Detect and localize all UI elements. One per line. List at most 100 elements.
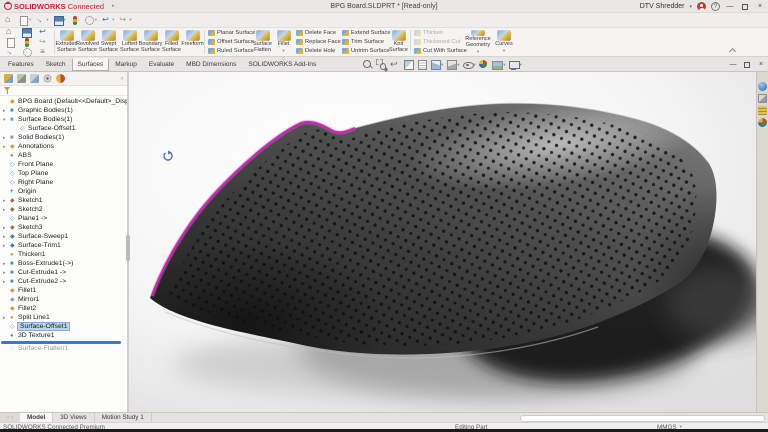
expander-icon[interactable]: ▸ xyxy=(3,234,10,240)
command-tab[interactable]: Evaluate xyxy=(143,58,180,72)
expander-icon[interactable]: ▸ xyxy=(3,144,10,150)
ribbon-big-button[interactable]: Revolved Surface xyxy=(77,29,98,55)
panel-tabs-overflow-icon[interactable]: › xyxy=(121,76,123,82)
quick-access-button[interactable] xyxy=(53,14,67,26)
ribbon-small-button[interactable]: Ruled Surface xyxy=(206,47,252,55)
feature-tree-item[interactable]: Mirror1 xyxy=(0,295,127,304)
user-avatar[interactable] xyxy=(697,2,706,11)
document-close-button[interactable]: × xyxy=(756,59,766,70)
expander-icon[interactable]: ▸ xyxy=(3,198,10,204)
expander-icon[interactable]: ▸ xyxy=(3,135,10,141)
command-tab[interactable]: SOLIDWORKS Add-Ins xyxy=(242,58,322,72)
restore-button[interactable] xyxy=(740,1,750,12)
task-pane-tab-icon[interactable] xyxy=(758,118,767,127)
ribbon-small-button[interactable]: Cut With Surface xyxy=(412,47,464,55)
reference-geometry-button[interactable]: Reference Geometry xyxy=(464,29,492,55)
ribbon-small-button[interactable]: Replace Face xyxy=(294,38,340,46)
command-tab[interactable]: Features xyxy=(2,58,40,72)
feature-tree-item[interactable]: Surface-Offset1 xyxy=(0,322,127,331)
feature-tree-item[interactable]: ▸ Graphic Bodies(1) xyxy=(0,106,127,115)
feature-tree-item[interactable]: Plane1 -> xyxy=(0,214,127,223)
ribbon-big-button[interactable]: Lofted Surface xyxy=(119,29,140,55)
quick-access-button[interactable] xyxy=(4,14,15,26)
panel-tab-icon[interactable] xyxy=(17,74,26,83)
ribbon-small-button[interactable]: Delete Hole xyxy=(294,47,340,55)
document-restore-button[interactable] xyxy=(742,59,752,70)
view-tool-button[interactable] xyxy=(362,59,373,70)
feature-tree-item[interactable]: Surface-Flatten1 xyxy=(0,344,127,353)
graphics-viewport[interactable] xyxy=(128,72,756,412)
feature-tree-item[interactable]: ▸ Surface-Sweep1 xyxy=(0,232,127,241)
close-button[interactable]: × xyxy=(755,1,765,12)
task-pane-tab-icon[interactable] xyxy=(758,94,767,103)
ribbon-big-button[interactable]: Freeform xyxy=(182,29,203,55)
feature-tree-item[interactable]: ▸ Split Line1 xyxy=(0,313,127,322)
ribbon-small-button[interactable]: Trim Surface xyxy=(340,38,388,46)
feature-tree-item[interactable]: Fillet2 xyxy=(0,304,127,313)
ribbon-small-button[interactable]: Extend Surface xyxy=(340,29,388,37)
feature-tree-item[interactable]: Top Plane xyxy=(0,169,127,178)
minimize-button[interactable]: — xyxy=(725,1,735,12)
expander-icon[interactable]: ▸ xyxy=(3,207,10,213)
ribbon-small-button[interactable]: Delete Face xyxy=(294,29,340,37)
task-pane-tab-icon[interactable] xyxy=(758,82,767,91)
command-tab[interactable]: MBD Dimensions xyxy=(180,58,242,72)
feature-tree-item[interactable]: Front Plane xyxy=(0,160,127,169)
curves-button[interactable]: Curves xyxy=(492,29,516,55)
expander-icon[interactable]: ▸ xyxy=(3,243,10,249)
ribbon-big-button[interactable]: Swept Surface xyxy=(98,29,119,55)
quick-access-button[interactable] xyxy=(18,14,32,26)
command-tab[interactable]: Sketch xyxy=(40,58,72,72)
quick-access-grid-button[interactable] xyxy=(6,28,15,37)
tree-root-item[interactable]: BPG Board (Default<<Default>_Displ xyxy=(0,97,127,106)
view-tool-button[interactable] xyxy=(446,59,460,70)
account-caret-icon[interactable]: ▾ xyxy=(689,4,692,10)
feature-tree-item[interactable]: ▾ Surface Bodies(1) xyxy=(0,115,127,124)
feature-tree-item[interactable]: ▸ Boss-Extrude1(->) xyxy=(0,259,127,268)
surface-flatten-button[interactable]: Surface Flatten xyxy=(252,29,273,55)
feature-tree-item[interactable]: ▸ Annotations xyxy=(0,142,127,151)
command-tab[interactable]: Markup xyxy=(109,58,143,72)
ribbon-small-button[interactable]: Untrim Surface xyxy=(340,47,388,55)
feature-tree-item[interactable]: ▸ Surface-Trim1 xyxy=(0,241,127,250)
feature-tree-item[interactable]: ABS xyxy=(0,151,127,160)
feature-tree-item[interactable]: Surface-Offset1 xyxy=(0,124,127,133)
feature-tree-item[interactable]: Origin xyxy=(0,187,127,196)
app-menu[interactable]: SOLIDWORKS Connected ▸ xyxy=(0,2,115,11)
panel-tab-icon[interactable] xyxy=(30,74,39,83)
app-menu-caret-icon[interactable]: ▸ xyxy=(112,3,115,9)
view-tool-button[interactable] xyxy=(508,59,522,70)
ribbon-small-button[interactable]: Thicken xyxy=(412,29,464,37)
splitter-grip[interactable] xyxy=(126,235,130,261)
expander-icon[interactable]: ▸ xyxy=(3,279,10,285)
quick-access-button[interactable] xyxy=(84,14,98,26)
quick-access-grid-button[interactable] xyxy=(39,28,48,37)
ribbon-big-button[interactable]: Filled Surface xyxy=(161,29,182,55)
ribbon-small-button[interactable]: Thickened Cut xyxy=(412,38,464,46)
document-tab[interactable]: 3D Views xyxy=(53,413,94,422)
ribbon-small-button[interactable]: Offset Surface xyxy=(206,38,252,46)
ribbon-big-button[interactable]: Boundary Surface xyxy=(140,29,161,55)
tab-scroll-buttons[interactable]: ‹ › xyxy=(0,413,20,422)
quick-access-grid-button[interactable] xyxy=(39,38,48,47)
expander-icon[interactable]: ▸ xyxy=(3,270,10,276)
feature-tree-item[interactable]: ▸ Sketch3 xyxy=(0,223,127,232)
filter-funnel-icon[interactable] xyxy=(4,87,11,94)
quick-access-button[interactable] xyxy=(118,14,132,26)
command-tab[interactable]: Surfaces xyxy=(72,58,110,72)
view-tool-button[interactable] xyxy=(416,59,427,70)
view-tool-button[interactable] xyxy=(376,59,387,70)
document-minimize-button[interactable]: — xyxy=(728,59,738,70)
account-name[interactable]: DTV Shredder xyxy=(640,3,685,10)
panel-tab-icon[interactable] xyxy=(56,74,65,83)
feature-tree-item[interactable]: ▸ Sketch2 xyxy=(0,205,127,214)
collapse-ribbon-button[interactable] xyxy=(729,48,736,53)
panel-tab-icon[interactable] xyxy=(4,74,13,83)
feature-tree-item[interactable]: ▸ Solid Bodies(1) xyxy=(0,133,127,142)
view-tool-button[interactable] xyxy=(478,59,489,70)
expander-icon[interactable]: ▸ xyxy=(3,108,10,114)
feature-tree-item[interactable]: Thicken1 xyxy=(0,250,127,259)
view-tool-button[interactable] xyxy=(403,59,414,70)
ribbon-big-button[interactable]: Extruded Surface xyxy=(56,29,77,55)
view-tool-button[interactable] xyxy=(389,59,400,70)
